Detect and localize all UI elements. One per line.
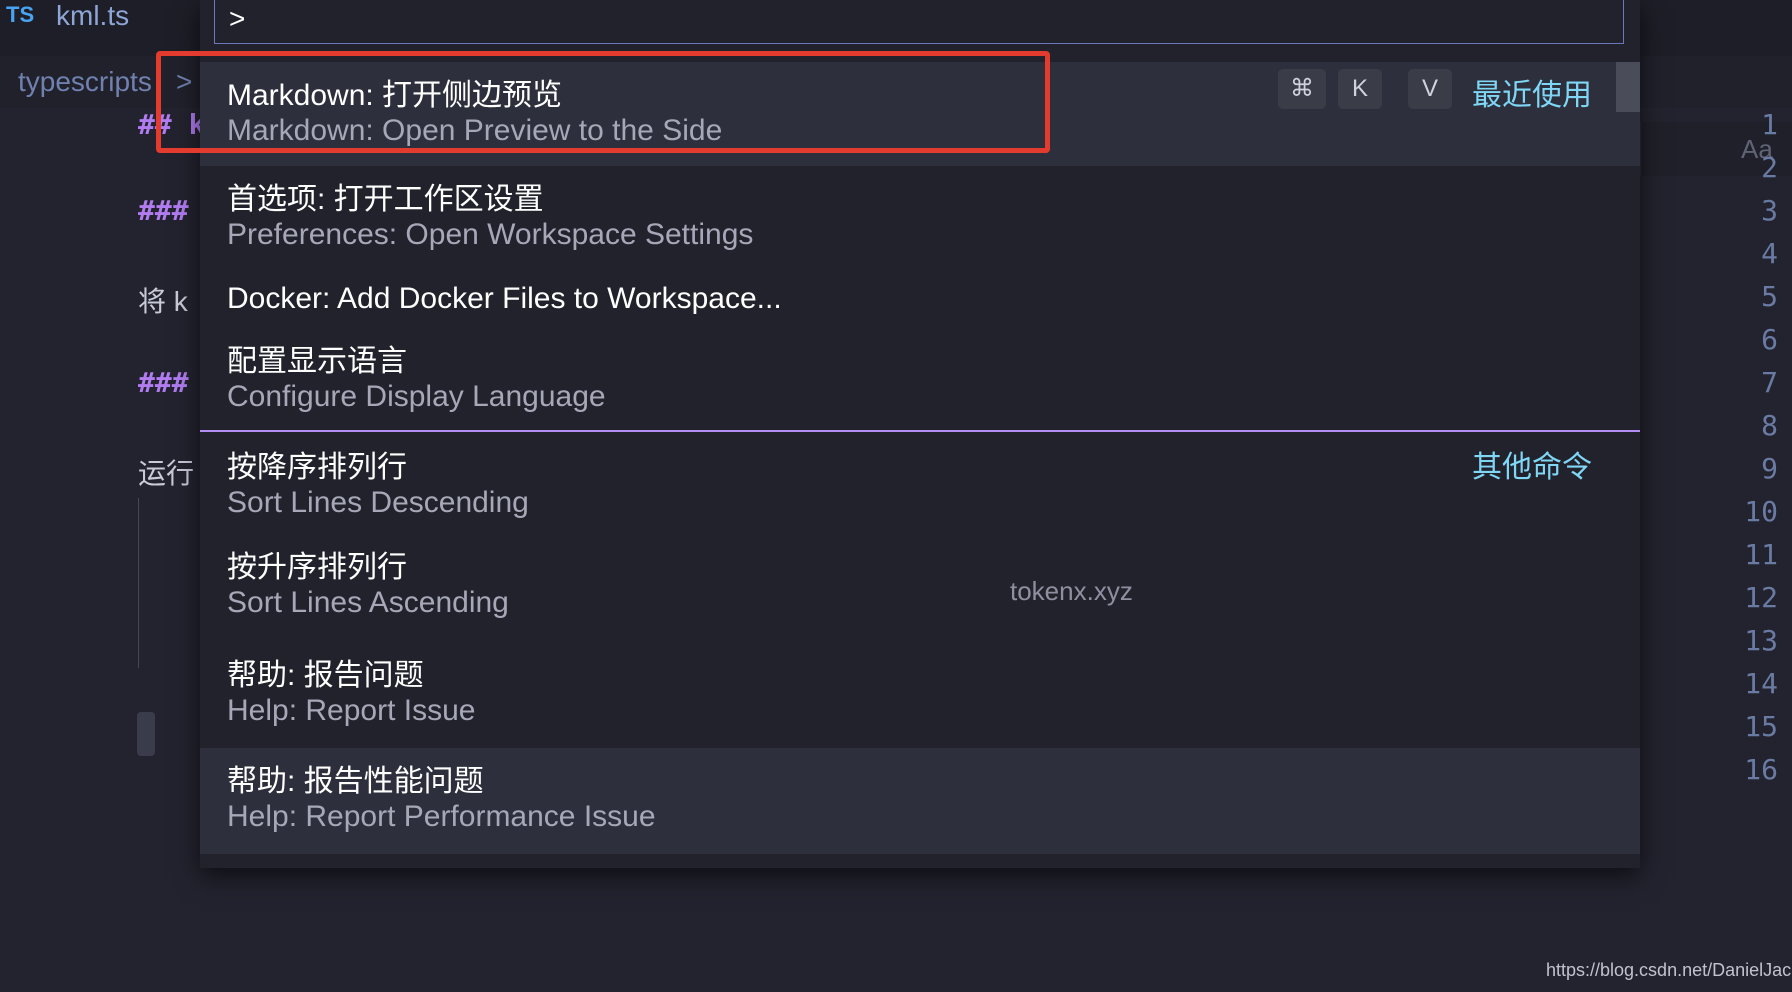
keybinding-cmd-key: ⌘ bbox=[1278, 69, 1326, 109]
code-line-heading[interactable]: ### bbox=[138, 194, 189, 227]
code-line-text[interactable]: 将 k bbox=[138, 280, 188, 320]
line-number: 14 bbox=[1744, 667, 1778, 700]
code-line-heading[interactable]: ### bbox=[138, 366, 189, 399]
line-number: 5 bbox=[1761, 280, 1778, 313]
editor-tab-filename[interactable]: kml.ts bbox=[56, 0, 129, 32]
command-item-docker-add-files[interactable]: Docker: Add Docker Files to Workspace... bbox=[200, 270, 1640, 328]
watermark-text: tokenx.xyz bbox=[1010, 576, 1133, 606]
line-number: 11 bbox=[1744, 538, 1778, 571]
line-number: 3 bbox=[1761, 194, 1778, 227]
line-number: 7 bbox=[1761, 366, 1778, 399]
command-palette-input[interactable]: > bbox=[214, 0, 1624, 44]
line-number: 9 bbox=[1761, 452, 1778, 485]
command-item-configure-display-language[interactable]: 配置显示语言 Configure Display Language bbox=[200, 328, 1640, 430]
command-label: 按升序排列行 bbox=[227, 551, 407, 584]
command-item-report-issue[interactable]: 帮助: 报告问题 Help: Report Issue bbox=[200, 640, 1640, 748]
line-number: 6 bbox=[1761, 323, 1778, 356]
editor-line-highlight bbox=[137, 712, 155, 756]
keybinding-v-key: V bbox=[1408, 69, 1452, 109]
command-label: 按降序排列行 bbox=[227, 451, 407, 484]
line-number: 10 bbox=[1744, 495, 1778, 528]
command-label: 帮助: 报告问题 bbox=[227, 659, 424, 692]
command-item-open-workspace-settings[interactable]: 首选项: 打开工作区设置 Preferences: Open Workspace… bbox=[200, 166, 1640, 270]
line-number: 2 bbox=[1761, 151, 1778, 184]
indent-guide bbox=[138, 498, 139, 668]
command-item-sort-lines-ascending[interactable]: 按升序排列行 Sort Lines Ascending bbox=[200, 534, 1640, 640]
command-item-report-performance-issue[interactable]: 帮助: 报告性能问题 Help: Report Performance Issu… bbox=[200, 748, 1640, 854]
command-description: Sort Lines Ascending bbox=[227, 586, 509, 619]
line-number: 15 bbox=[1744, 710, 1778, 743]
line-number: 8 bbox=[1761, 409, 1778, 442]
command-description: Sort Lines Descending bbox=[227, 486, 529, 519]
annotation-highlight-box bbox=[156, 51, 1050, 153]
line-number: 16 bbox=[1744, 753, 1778, 786]
command-description: Help: Report Issue bbox=[227, 694, 476, 727]
source-credit: https://blog.csdn.net/DanielJackZ bbox=[1546, 960, 1792, 980]
line-number: 12 bbox=[1744, 581, 1778, 614]
typescript-file-icon: TS bbox=[6, 2, 35, 27]
keybinding-k-key: K bbox=[1338, 69, 1382, 109]
category-recently-used: 最近使用 bbox=[1472, 79, 1592, 112]
command-description: Help: Report Performance Issue bbox=[227, 800, 656, 833]
breadcrumb-folder[interactable]: typescripts bbox=[18, 66, 152, 98]
command-item-sort-lines-descending[interactable]: 按降序排列行 Sort Lines Descending 其他命令 bbox=[200, 432, 1640, 534]
line-number: 13 bbox=[1744, 624, 1778, 657]
line-number: 4 bbox=[1761, 237, 1778, 270]
code-line-text[interactable]: 运行 bbox=[138, 452, 194, 492]
category-other-commands: 其他命令 bbox=[1472, 451, 1592, 484]
palette-scrollbar-thumb[interactable] bbox=[1616, 62, 1640, 112]
command-label: 配置显示语言 bbox=[227, 345, 407, 378]
command-label: 首选项: 打开工作区设置 bbox=[227, 183, 544, 216]
command-description: Configure Display Language bbox=[227, 380, 606, 413]
command-label: 帮助: 报告性能问题 bbox=[227, 765, 484, 798]
command-label: Docker: Add Docker Files to Workspace... bbox=[227, 282, 782, 315]
command-description: Preferences: Open Workspace Settings bbox=[227, 218, 754, 251]
command-input-value: > bbox=[229, 3, 246, 34]
line-number: 1 bbox=[1761, 108, 1778, 141]
